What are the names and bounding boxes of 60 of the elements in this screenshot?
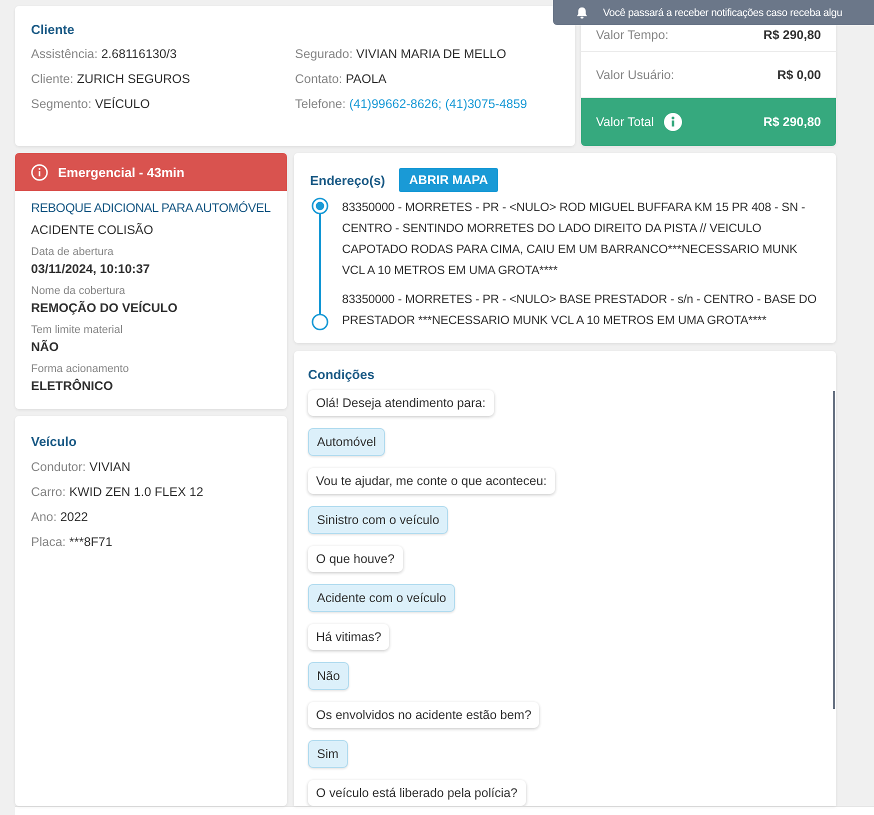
question-bubble: O veículo está liberado pela polícia? (308, 780, 526, 806)
field-value: REMOÇÃO DO VEÍCULO (31, 300, 179, 317)
field-value: ***8F71 (69, 535, 112, 549)
question-bubble: Há vitimas? (308, 624, 390, 650)
bell-icon (575, 6, 589, 20)
total-label: Valor Total (596, 115, 654, 129)
card-title: Endereço(s) (310, 172, 386, 188)
field-label: Contato: (295, 72, 342, 86)
card-title: Veículo (31, 434, 78, 449)
field-label: Carro: (31, 485, 66, 499)
answer-bubble: Acidente com o veículo (308, 584, 456, 612)
field-label: Condutor: (31, 460, 86, 474)
field-label: Segurado: (295, 47, 353, 61)
phone-link[interactable]: (41)99662-8626; (41)3075-4859 (349, 97, 528, 111)
field-value: ELETRÔNICO (31, 378, 114, 395)
address-text: 83350000 - MORRETES - PR - <NULO> ROD MIGUEL BUFFARA KM 15 PR 408 - SN - CENTRO - SENTINDO MORRETES DO LADO DIREITO DA PISTA // VEICULO CAPOTADO RODAS PARA CIMA, CAIU EM UM BARRANCO***NECESSARIO MUNK VCL A 10 METROS EM UMA GROTA**** (342, 199, 806, 279)
address-text: 83350000 - MORRETES - PR - <NULO> BASE PRESTADOR - s/n - CENTRO - BASE DO PRESTADOR ***NECESSARIO MUNK VCL A 10 METROS EM UMA GROTA**** (342, 291, 818, 329)
field-value: 2.68116130/3 (101, 47, 177, 61)
value-amount: R$ 290,80 (763, 28, 821, 42)
answer-bubble: Automóvel (308, 428, 386, 456)
value-label: Valor Usuário: (596, 68, 674, 82)
question-bubble: Os envolvidos no acidente estão bem? (308, 702, 540, 728)
field-label: Ano: (31, 510, 57, 524)
field-label: Telefone: (295, 97, 346, 111)
field-value: KWID ZEN 1.0 FLEX 12 (69, 485, 204, 499)
field-label: Forma acionamento (31, 362, 130, 377)
field-label: Data de abertura (31, 245, 115, 260)
field-value: PAOLA (346, 72, 387, 86)
info-icon[interactable] (664, 113, 682, 131)
answer-bubble: Sinistro com o veículo (308, 506, 448, 534)
service-subtitle: ACIDENTE COLISÃO (31, 222, 154, 239)
field-value: NÃO (31, 338, 60, 356)
notification-text: Você passará a receber notificações caso receba algu (603, 6, 842, 18)
total-amount: R$ 290,80 (763, 115, 821, 129)
question-bubble: O que houve? (308, 546, 403, 572)
field-value: VIVIAN MARIA DE MELLO (356, 47, 506, 61)
field-label: Segmento: (31, 97, 92, 111)
field-label: Nome da cobertura (31, 284, 126, 299)
value-amount: R$ 0,00 (777, 68, 821, 82)
field-value: VIVIAN (89, 460, 130, 474)
service-title: REBOQUE ADICIONAL PARA AUTOMÓVEL (31, 200, 271, 217)
card-title: Cliente (31, 22, 76, 37)
answer-bubble: Sim (308, 740, 348, 768)
field-label: Assistência: (31, 47, 98, 61)
question-bubble: Vou te ajudar, me conte o que aconteceu: (308, 468, 555, 494)
open-map-button[interactable]: ABRIR MAPA (399, 168, 498, 192)
field-value: 03/11/2024, 10:10:37 (31, 261, 151, 278)
card-title: Condições (308, 367, 376, 382)
field-value: 2022 (60, 510, 88, 524)
info-icon (31, 164, 48, 180)
priority-text: Emergencial - 43min (58, 164, 184, 180)
field-label: Placa: (31, 535, 66, 549)
value-label: Valor Tempo: (596, 28, 668, 42)
scrollbar[interactable] (833, 391, 835, 709)
answer-bubble: Não (308, 662, 349, 690)
field-label: Cliente: (31, 72, 74, 86)
field-label: Tem limite material (31, 323, 124, 338)
question-bubble: Olá! Deseja atendimento para: (308, 390, 494, 416)
field-value: VEÍCULO (94, 97, 150, 111)
field-value: ZURICH SEGUROS (76, 72, 190, 86)
